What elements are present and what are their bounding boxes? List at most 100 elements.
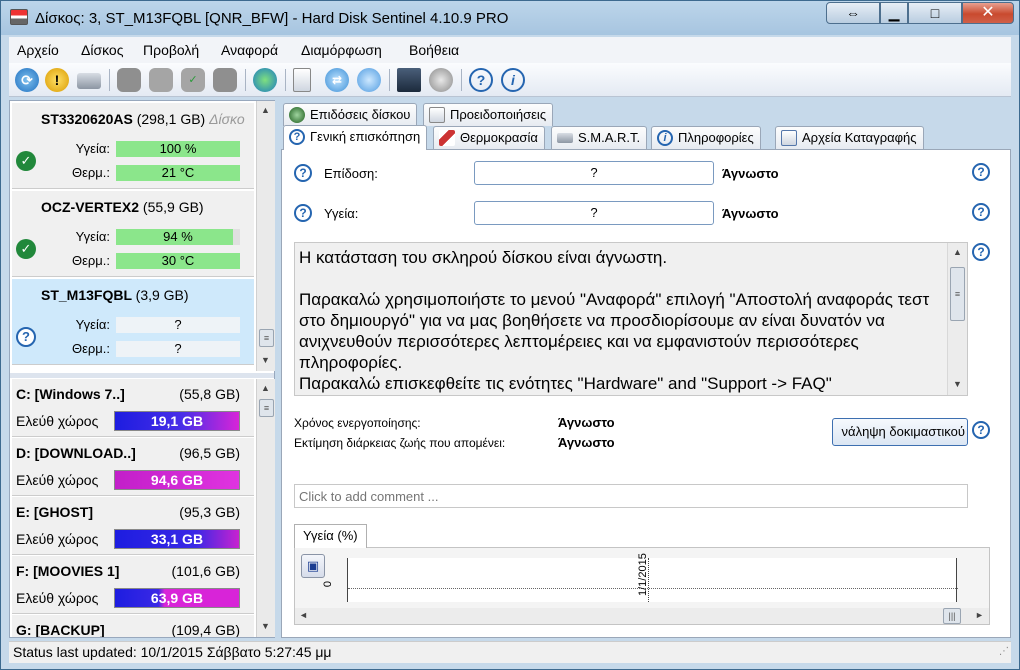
tab-logs[interactable]: Αρχεία Καταγραφής	[775, 126, 924, 149]
chart-scrollbar[interactable]: ◄ ||| ►	[295, 608, 989, 624]
app-logo-icon	[10, 9, 28, 25]
menu-view[interactable]: Προβολή	[143, 42, 199, 58]
free-space-label: Ελεύθ χώρος	[16, 531, 99, 547]
tab-temperature[interactable]: Θερμοκρασία	[433, 126, 545, 149]
help-icon[interactable]: ?	[294, 204, 312, 222]
scroll-up-icon[interactable]: ▲	[261, 105, 270, 115]
sound-icon[interactable]	[429, 68, 453, 92]
volume-list-scrollbar[interactable]: ▲ ≡ ▼	[256, 379, 275, 637]
help-icon[interactable]: ?	[294, 164, 312, 182]
right-panel: Επιδόσεις δίσκου Προειδοποιήσεις ? Γενικ…	[281, 101, 1011, 638]
volume-card[interactable]: F: [MOOVIES 1] (101,6 GB) Ελεύθ χώρος 63…	[12, 556, 254, 614]
tab-smart[interactable]: S.M.A.R.T.	[551, 126, 648, 149]
menu-report[interactable]: Αναφορά	[221, 42, 278, 58]
comment-input[interactable]	[294, 484, 968, 508]
menu-disk[interactable]: Δίσκος	[81, 42, 123, 58]
volume-size: (109,4 GB)	[171, 622, 240, 637]
tab-warnings[interactable]: Προειδοποιήσεις	[423, 103, 554, 126]
volume-card[interactable]: C: [Windows 7..] (55,8 GB) Ελεύθ χώρος 1…	[12, 379, 254, 437]
temp-label: Θερμ.:	[71, 253, 110, 268]
disk-card-selected[interactable]: ST_M13FQBL (3,9 GB) ? Υγεία: ? Θερμ.: ?	[12, 279, 254, 365]
document-icon[interactable]	[293, 68, 311, 92]
performance-label: Επίδοση:	[324, 166, 378, 181]
scroll-right-icon[interactable]: ►	[975, 610, 984, 620]
volume-card[interactable]: E: [GHOST] (95,3 GB) Ελεύθ χώρος 33,1 GB	[12, 497, 254, 555]
free-space-label: Ελεύθ χώρος	[16, 413, 99, 429]
health-label: Υγεία:	[75, 317, 110, 332]
minimize-button[interactable]: ▁	[880, 2, 908, 24]
resize-grip-icon[interactable]: ⋰	[999, 642, 1009, 662]
network-icon[interactable]	[357, 68, 381, 92]
scroll-down-icon[interactable]: ▼	[261, 355, 270, 365]
disk-name: ST3320620AS (298,1 GB) Δίσκο	[41, 111, 245, 127]
help-icon[interactable]: ?	[469, 68, 493, 92]
help-icon[interactable]: ?	[972, 203, 990, 221]
panel-splitter[interactable]	[10, 373, 274, 378]
scroll-down-icon[interactable]: ▼	[953, 379, 962, 389]
tab-overview[interactable]: ? Γενική επισκόπηση	[283, 125, 428, 150]
scroll-thumb[interactable]: ≡	[259, 329, 274, 347]
refresh-icon[interactable]: ⟳	[15, 68, 39, 92]
save-icon[interactable]: ▣	[301, 554, 325, 578]
menu-configuration[interactable]: Διαμόρφωση	[301, 42, 382, 58]
temp-bar: 21 °C	[116, 165, 240, 181]
temp-bar: 30 °C	[116, 253, 240, 269]
title-bar: Δίσκος: 3, ST_M13FQBL [QNR_BFW] - Hard D…	[1, 1, 1019, 35]
temp-bar: ?	[116, 341, 240, 357]
hand-cross-icon[interactable]	[213, 68, 237, 92]
volume-list: C: [Windows 7..] (55,8 GB) Ελεύθ χώρος 1…	[10, 379, 256, 637]
restore-icon[interactable]: ⇔	[826, 2, 880, 24]
chart-tab-health[interactable]: Υγεία (%)	[294, 524, 367, 548]
volume-name: C: [Windows 7..]	[16, 386, 125, 402]
volume-card[interactable]: G: [BACKUP] (109,4 GB)	[12, 615, 254, 637]
close-button[interactable]: ✕	[962, 2, 1014, 24]
overview-content: ? Επίδοση: ? Άγνωστο ? ? Υγεία: ? Άγνωστ…	[281, 149, 1011, 638]
volume-name: G: [BACKUP]	[16, 622, 105, 637]
scroll-left-icon[interactable]: ◄	[299, 610, 308, 620]
free-space-label: Ελεύθ χώρος	[16, 472, 99, 488]
tab-disk-performance[interactable]: Επιδόσεις δίσκου	[283, 103, 418, 126]
menu-help[interactable]: Βοήθεια	[409, 42, 459, 58]
app-window: Δίσκος: 3, ST_M13FQBL [QNR_BFW] - Hard D…	[0, 0, 1020, 670]
gauge-icon	[289, 107, 305, 123]
scroll-up-icon[interactable]: ▲	[953, 247, 962, 257]
menu-file[interactable]: Αρχείο	[17, 42, 59, 58]
status-message-box: Η κατάσταση του σκληρού δίσκου είναι άγν…	[294, 242, 968, 396]
volume-name: D: [DOWNLOAD..]	[16, 445, 136, 461]
power-on-label: Χρόνος ενεργοποίησης:	[294, 416, 421, 430]
chart-ytick: 0	[322, 580, 335, 588]
disk-list-scrollbar[interactable]: ▲ ≡ ▼	[256, 101, 275, 371]
run-test-button[interactable]: νάληψη δοκιμαστικού	[832, 418, 968, 446]
disk-card[interactable]: OCZ-VERTEX2 (55,9 GB) ✓ Υγεία: 94 % Θερμ…	[12, 191, 254, 277]
tab-information[interactable]: i Πληροφορίες	[651, 126, 761, 149]
status-message: Η κατάσταση του σκληρού δίσκου είναι άγν…	[299, 248, 930, 393]
scroll-thumb[interactable]: ≡	[259, 399, 274, 417]
scroll-up-icon[interactable]: ▲	[261, 383, 270, 393]
hand-check-icon[interactable]	[149, 68, 173, 92]
maximize-button[interactable]: □	[908, 2, 962, 24]
volume-size: (96,5 GB)	[179, 445, 240, 461]
volume-card[interactable]: D: [DOWNLOAD..] (96,5 GB) Ελεύθ χώρος 94…	[12, 438, 254, 496]
help-icon[interactable]: ?	[972, 421, 990, 439]
report-icon[interactable]	[397, 68, 421, 92]
help-icon[interactable]: ?	[972, 163, 990, 181]
disk-card[interactable]: ST3320620AS (298,1 GB) Δίσκο ✓ Υγεία: 10…	[12, 103, 254, 189]
scroll-thumb[interactable]: |||	[943, 608, 961, 624]
disk-list: ST3320620AS (298,1 GB) Δίσκο ✓ Υγεία: 10…	[10, 101, 256, 371]
health-label: Υγεία:	[324, 206, 359, 221]
lifetime-label: Εκτίμηση διάρκειας ζωής που απομένει:	[294, 436, 506, 450]
info-icon[interactable]: i	[501, 68, 525, 92]
scroll-down-icon[interactable]: ▼	[261, 621, 270, 631]
volume-name: F: [MOOVIES 1]	[16, 563, 120, 579]
sync-icon[interactable]: ⇄	[325, 68, 349, 92]
hand-ok-icon[interactable]: ✓	[181, 68, 205, 92]
scroll-thumb[interactable]: ≡	[950, 267, 965, 321]
chart-baseline	[348, 588, 958, 589]
disk-icon[interactable]	[77, 73, 101, 89]
message-scrollbar[interactable]: ▲ ≡ ▼	[947, 243, 967, 395]
help-icon[interactable]: ?	[972, 243, 990, 261]
globe-icon[interactable]	[253, 68, 277, 92]
warning-icon[interactable]: !	[45, 68, 69, 92]
hand-icon[interactable]	[117, 68, 141, 92]
health-chart: ▣ 0 1/1/2015 ◄ ||| ►	[294, 547, 990, 625]
